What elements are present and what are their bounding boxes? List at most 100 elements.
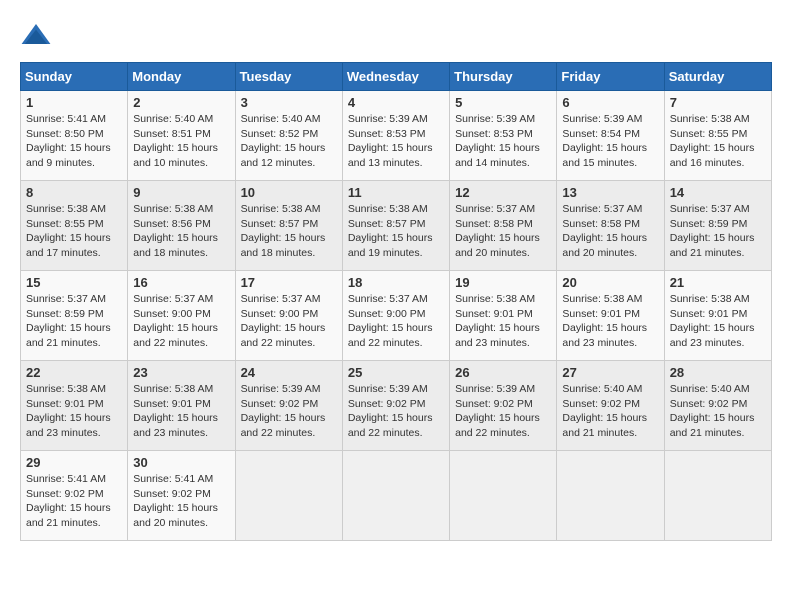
day-info: Sunrise: 5:38 AM Sunset: 8:55 PM Dayligh…: [26, 202, 122, 261]
header: [20, 20, 772, 52]
day-info: Sunrise: 5:38 AM Sunset: 8:57 PM Dayligh…: [348, 202, 444, 261]
logo-icon: [20, 20, 52, 52]
day-number: 9: [133, 185, 229, 200]
day-cell: 29 Sunrise: 5:41 AM Sunset: 9:02 PM Dayl…: [21, 451, 128, 541]
day-info: Sunrise: 5:37 AM Sunset: 9:00 PM Dayligh…: [241, 292, 337, 351]
day-number: 15: [26, 275, 122, 290]
day-number: 21: [670, 275, 766, 290]
day-number: 13: [562, 185, 658, 200]
day-cell: 17 Sunrise: 5:37 AM Sunset: 9:00 PM Dayl…: [235, 271, 342, 361]
day-cell: 3 Sunrise: 5:40 AM Sunset: 8:52 PM Dayli…: [235, 91, 342, 181]
day-info: Sunrise: 5:38 AM Sunset: 9:01 PM Dayligh…: [26, 382, 122, 441]
day-cell: 16 Sunrise: 5:37 AM Sunset: 9:00 PM Dayl…: [128, 271, 235, 361]
day-number: 27: [562, 365, 658, 380]
day-info: Sunrise: 5:39 AM Sunset: 9:02 PM Dayligh…: [348, 382, 444, 441]
day-cell: 4 Sunrise: 5:39 AM Sunset: 8:53 PM Dayli…: [342, 91, 449, 181]
day-number: 16: [133, 275, 229, 290]
header-monday: Monday: [128, 63, 235, 91]
day-info: Sunrise: 5:37 AM Sunset: 9:00 PM Dayligh…: [348, 292, 444, 351]
day-info: Sunrise: 5:38 AM Sunset: 9:01 PM Dayligh…: [670, 292, 766, 351]
day-number: 30: [133, 455, 229, 470]
day-info: Sunrise: 5:38 AM Sunset: 9:01 PM Dayligh…: [133, 382, 229, 441]
day-info: Sunrise: 5:39 AM Sunset: 8:53 PM Dayligh…: [348, 112, 444, 171]
day-number: 14: [670, 185, 766, 200]
day-cell: 18 Sunrise: 5:37 AM Sunset: 9:00 PM Dayl…: [342, 271, 449, 361]
day-cell: 10 Sunrise: 5:38 AM Sunset: 8:57 PM Dayl…: [235, 181, 342, 271]
day-info: Sunrise: 5:40 AM Sunset: 9:02 PM Dayligh…: [562, 382, 658, 441]
day-number: 11: [348, 185, 444, 200]
week-row-2: 8 Sunrise: 5:38 AM Sunset: 8:55 PM Dayli…: [21, 181, 772, 271]
day-number: 29: [26, 455, 122, 470]
day-cell: 15 Sunrise: 5:37 AM Sunset: 8:59 PM Dayl…: [21, 271, 128, 361]
day-cell: 24 Sunrise: 5:39 AM Sunset: 9:02 PM Dayl…: [235, 361, 342, 451]
day-cell: 7 Sunrise: 5:38 AM Sunset: 8:55 PM Dayli…: [664, 91, 771, 181]
day-cell: 8 Sunrise: 5:38 AM Sunset: 8:55 PM Dayli…: [21, 181, 128, 271]
day-cell: 25 Sunrise: 5:39 AM Sunset: 9:02 PM Dayl…: [342, 361, 449, 451]
week-row-3: 15 Sunrise: 5:37 AM Sunset: 8:59 PM Dayl…: [21, 271, 772, 361]
day-number: 2: [133, 95, 229, 110]
header-wednesday: Wednesday: [342, 63, 449, 91]
day-cell: 6 Sunrise: 5:39 AM Sunset: 8:54 PM Dayli…: [557, 91, 664, 181]
day-cell: [450, 451, 557, 541]
day-number: 28: [670, 365, 766, 380]
day-number: 19: [455, 275, 551, 290]
day-info: Sunrise: 5:37 AM Sunset: 8:59 PM Dayligh…: [670, 202, 766, 261]
day-number: 12: [455, 185, 551, 200]
day-info: Sunrise: 5:38 AM Sunset: 8:56 PM Dayligh…: [133, 202, 229, 261]
day-info: Sunrise: 5:37 AM Sunset: 9:00 PM Dayligh…: [133, 292, 229, 351]
day-cell: 12 Sunrise: 5:37 AM Sunset: 8:58 PM Dayl…: [450, 181, 557, 271]
header-saturday: Saturday: [664, 63, 771, 91]
day-number: 10: [241, 185, 337, 200]
day-cell: 19 Sunrise: 5:38 AM Sunset: 9:01 PM Dayl…: [450, 271, 557, 361]
day-info: Sunrise: 5:38 AM Sunset: 9:01 PM Dayligh…: [455, 292, 551, 351]
day-cell: 27 Sunrise: 5:40 AM Sunset: 9:02 PM Dayl…: [557, 361, 664, 451]
calendar-table: SundayMondayTuesdayWednesdayThursdayFrid…: [20, 62, 772, 541]
day-cell: 23 Sunrise: 5:38 AM Sunset: 9:01 PM Dayl…: [128, 361, 235, 451]
day-number: 5: [455, 95, 551, 110]
day-cell: 5 Sunrise: 5:39 AM Sunset: 8:53 PM Dayli…: [450, 91, 557, 181]
day-info: Sunrise: 5:38 AM Sunset: 8:57 PM Dayligh…: [241, 202, 337, 261]
day-info: Sunrise: 5:41 AM Sunset: 8:50 PM Dayligh…: [26, 112, 122, 171]
day-number: 18: [348, 275, 444, 290]
day-cell: 13 Sunrise: 5:37 AM Sunset: 8:58 PM Dayl…: [557, 181, 664, 271]
day-info: Sunrise: 5:38 AM Sunset: 8:55 PM Dayligh…: [670, 112, 766, 171]
day-cell: 1 Sunrise: 5:41 AM Sunset: 8:50 PM Dayli…: [21, 91, 128, 181]
header-sunday: Sunday: [21, 63, 128, 91]
day-number: 17: [241, 275, 337, 290]
day-number: 23: [133, 365, 229, 380]
week-row-1: 1 Sunrise: 5:41 AM Sunset: 8:50 PM Dayli…: [21, 91, 772, 181]
day-cell: 20 Sunrise: 5:38 AM Sunset: 9:01 PM Dayl…: [557, 271, 664, 361]
day-info: Sunrise: 5:38 AM Sunset: 9:01 PM Dayligh…: [562, 292, 658, 351]
day-number: 3: [241, 95, 337, 110]
day-info: Sunrise: 5:37 AM Sunset: 8:58 PM Dayligh…: [455, 202, 551, 261]
day-info: Sunrise: 5:39 AM Sunset: 8:54 PM Dayligh…: [562, 112, 658, 171]
day-cell: [664, 451, 771, 541]
day-cell: [557, 451, 664, 541]
day-cell: [235, 451, 342, 541]
day-cell: 28 Sunrise: 5:40 AM Sunset: 9:02 PM Dayl…: [664, 361, 771, 451]
logo: [20, 20, 56, 52]
day-number: 4: [348, 95, 444, 110]
day-number: 6: [562, 95, 658, 110]
day-cell: 11 Sunrise: 5:38 AM Sunset: 8:57 PM Dayl…: [342, 181, 449, 271]
day-info: Sunrise: 5:41 AM Sunset: 9:02 PM Dayligh…: [26, 472, 122, 531]
day-number: 25: [348, 365, 444, 380]
day-info: Sunrise: 5:39 AM Sunset: 8:53 PM Dayligh…: [455, 112, 551, 171]
day-number: 7: [670, 95, 766, 110]
header-tuesday: Tuesday: [235, 63, 342, 91]
week-row-4: 22 Sunrise: 5:38 AM Sunset: 9:01 PM Dayl…: [21, 361, 772, 451]
day-number: 24: [241, 365, 337, 380]
day-number: 8: [26, 185, 122, 200]
day-info: Sunrise: 5:40 AM Sunset: 9:02 PM Dayligh…: [670, 382, 766, 441]
day-number: 1: [26, 95, 122, 110]
day-number: 22: [26, 365, 122, 380]
day-info: Sunrise: 5:40 AM Sunset: 8:52 PM Dayligh…: [241, 112, 337, 171]
header-thursday: Thursday: [450, 63, 557, 91]
header-friday: Friday: [557, 63, 664, 91]
day-cell: 2 Sunrise: 5:40 AM Sunset: 8:51 PM Dayli…: [128, 91, 235, 181]
day-info: Sunrise: 5:41 AM Sunset: 9:02 PM Dayligh…: [133, 472, 229, 531]
day-cell: 22 Sunrise: 5:38 AM Sunset: 9:01 PM Dayl…: [21, 361, 128, 451]
day-cell: [342, 451, 449, 541]
day-cell: 14 Sunrise: 5:37 AM Sunset: 8:59 PM Dayl…: [664, 181, 771, 271]
day-info: Sunrise: 5:39 AM Sunset: 9:02 PM Dayligh…: [455, 382, 551, 441]
